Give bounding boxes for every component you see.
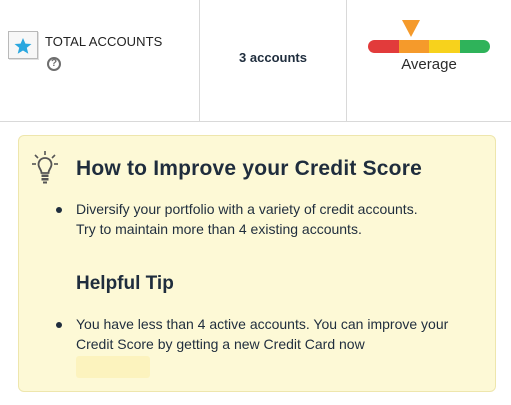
accounts-count-cell: 3 accounts (200, 0, 347, 121)
tip-item: Diversify your portfolio with a variety … (76, 201, 418, 237)
helpful-tip-item: You have less than 4 active accounts. Yo… (76, 316, 449, 352)
bullet-icon (56, 207, 62, 213)
total-accounts-label: TOTAL ACCOUNTS (45, 34, 163, 49)
accounts-count-value: 3 accounts (239, 50, 307, 65)
helpful-tip-title: Helpful Tip (76, 273, 174, 294)
lightbulb-icon (32, 150, 58, 189)
tips-title: How to Improve your Credit Score (76, 157, 422, 180)
gauge-pointer-icon (402, 20, 420, 37)
bullet-icon (56, 322, 62, 328)
gauge-segment-poor (368, 40, 399, 53)
gauge-segment-excellent (459, 40, 490, 53)
rating-label: Average (401, 56, 457, 73)
star-card-icon (8, 31, 38, 59)
accounts-label-cell: TOTAL ACCOUNTS ? (0, 0, 200, 121)
gauge-segment-good (429, 40, 460, 53)
apply-card-button[interactable] (76, 356, 150, 378)
rating-gauge (368, 40, 490, 53)
question-circle-icon[interactable]: ? (47, 57, 61, 71)
credit-tips-panel: How to Improve your Credit Score Diversi… (18, 135, 496, 392)
gauge-segment-average (398, 40, 429, 53)
